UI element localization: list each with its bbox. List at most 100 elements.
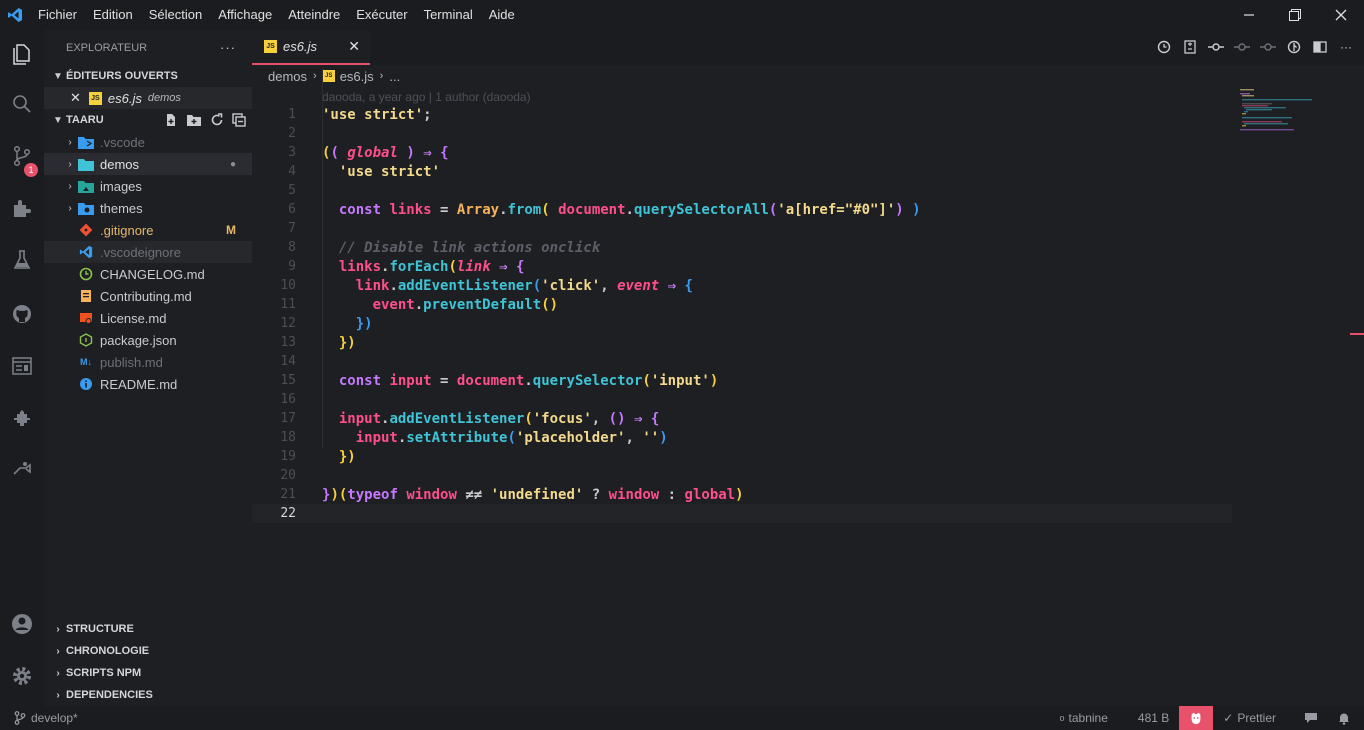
remote-explorer-icon[interactable] — [0, 346, 44, 386]
breadcrumb-file[interactable]: es6.js — [340, 69, 374, 84]
code-line: 14 — [252, 352, 1252, 371]
close-icon[interactable]: ✕ — [70, 90, 81, 106]
explorer-icon[interactable] — [0, 34, 44, 74]
minimap[interactable] — [1238, 87, 1318, 147]
tree-file-publish[interactable]: M↓ publish.md — [44, 351, 252, 373]
menu-terminal[interactable]: Terminal — [416, 0, 481, 30]
extension-status-icon[interactable] — [1179, 706, 1214, 730]
tab-es6-js[interactable]: JS es6.js ✕ — [252, 30, 370, 65]
settings-gear-icon[interactable] — [0, 656, 44, 696]
vscode-icon — [78, 244, 94, 260]
npm-scripts-section[interactable]: › SCRIPTS NPM — [44, 662, 252, 684]
account-icon[interactable] — [0, 604, 44, 644]
code-line: 10 link.addEventListener('click', event … — [252, 276, 1252, 295]
tabnine-status[interactable]: o tabnine — [1050, 706, 1118, 730]
breadcrumb-folder[interactable]: demos — [268, 69, 307, 84]
history-icon[interactable] — [1156, 39, 1172, 55]
close-window-button[interactable] — [1318, 0, 1364, 30]
restore-button[interactable] — [1272, 0, 1318, 30]
tree-folder-vscode[interactable]: › .vscode — [44, 131, 252, 153]
editor-actions: ··· — [1156, 39, 1354, 55]
line-number: 17 — [280, 411, 296, 426]
menu-help[interactable]: Aide — [481, 0, 523, 30]
close-icon[interactable]: ✕ — [348, 38, 360, 55]
tree-file-readme[interactable]: README.md — [44, 373, 252, 395]
previous-revision-icon[interactable] — [1234, 39, 1250, 55]
code-line: 8 // Disable link actions onclick — [252, 238, 1252, 257]
minimize-button[interactable] — [1226, 0, 1272, 30]
window-controls — [1226, 0, 1364, 30]
section-title: DEPENDENCIES — [66, 689, 153, 701]
more-actions-icon[interactable]: ··· — [220, 40, 236, 55]
tree-file-license[interactable]: License.md — [44, 307, 252, 329]
more-actions-icon[interactable]: ··· — [1338, 39, 1354, 55]
code-line: 17 input.addEventListener('focus', () ⇒ … — [252, 409, 1252, 428]
branch-indicator[interactable]: develop* — [14, 711, 78, 725]
toggle-blame-icon[interactable] — [1286, 39, 1302, 55]
menu-go[interactable]: Atteindre — [280, 0, 348, 30]
line-number: 5 — [288, 183, 296, 198]
debug-icon[interactable] — [0, 398, 44, 438]
tree-file-changelog[interactable]: CHANGELOG.md — [44, 263, 252, 285]
open-editors-section[interactable]: ▼ ÉDITEURS OUVERTS — [44, 65, 252, 87]
outline-section[interactable]: › STRUCTURE — [44, 618, 252, 640]
chevron-right-icon: › — [56, 667, 60, 679]
open-editor-item[interactable]: ✕ JS es6.js demos — [44, 87, 252, 109]
menu-selection[interactable]: Sélection — [141, 0, 210, 30]
folder-icon — [78, 156, 94, 172]
code-line: 18 input.setAttribute('placeholder', '') — [252, 428, 1252, 447]
git-commit-icon[interactable] — [1208, 39, 1224, 55]
github-icon[interactable] — [0, 294, 44, 334]
tree-file-contributing[interactable]: Contributing.md — [44, 285, 252, 307]
modified-dot: ● — [229, 158, 236, 170]
line-number: 12 — [280, 316, 296, 331]
dependencies-section[interactable]: › DEPENDENCIES — [44, 684, 252, 706]
feedback-icon[interactable] — [1294, 706, 1328, 730]
git-blame-annotation[interactable]: daooda, a year ago | 1 author (daooda) — [322, 90, 531, 104]
live-share-icon[interactable] — [0, 448, 44, 488]
tree-label: Contributing.md — [100, 288, 192, 304]
menu-file[interactable]: Fichier — [30, 0, 85, 30]
source-control-icon[interactable]: 1 — [0, 136, 44, 177]
info-icon — [78, 376, 94, 392]
editor-tabs: JS es6.js ✕ ··· — [252, 30, 1364, 65]
tabnine-icon: o — [1059, 713, 1065, 723]
new-folder-icon[interactable] — [186, 113, 202, 127]
menu-view[interactable]: Affichage — [210, 0, 280, 30]
prettier-status[interactable]: ✓ Prettier — [1213, 706, 1286, 730]
timeline-section[interactable]: › CHRONOLOGIE — [44, 640, 252, 662]
editor-area: JS es6.js ✕ ··· demos › JS es6.js › ... … — [252, 30, 1364, 706]
workspace-section[interactable]: ▼ TAARU — [44, 109, 252, 131]
file-size-status[interactable]: 481 B — [1128, 706, 1179, 730]
tree-folder-images[interactable]: › images — [44, 175, 252, 197]
chevron-right-icon: › — [56, 645, 60, 657]
code-text: }) — [355, 315, 373, 332]
new-file-icon[interactable] — [164, 113, 178, 127]
tree-folder-themes[interactable]: › themes — [44, 197, 252, 219]
code-line: 15 const input = document.querySelector(… — [252, 371, 1252, 390]
menu-edit[interactable]: Edition — [85, 0, 141, 30]
menu-run[interactable]: Exécuter — [348, 0, 415, 30]
tree-folder-demos[interactable]: › demos ● — [44, 153, 252, 175]
search-icon[interactable] — [0, 84, 44, 124]
refresh-icon[interactable] — [210, 113, 224, 127]
workspace-title: TAARU — [66, 114, 104, 126]
open-changes-icon[interactable] — [1182, 39, 1198, 55]
notifications-bell-icon[interactable] — [1328, 706, 1360, 730]
tree-file-gitignore[interactable]: .gitignore M — [44, 219, 252, 241]
breadcrumb-symbol[interactable]: ... — [389, 69, 400, 84]
code-editor[interactable]: 1 'use strict'; 2 3 (( global ) ⇒ { 4 'use… — [252, 105, 1252, 523]
tree-label: License.md — [100, 310, 167, 326]
branch-name: develop* — [31, 711, 78, 725]
tree-file-package-json[interactable]: package.json — [44, 329, 252, 351]
next-revision-icon[interactable] — [1260, 39, 1276, 55]
testing-icon[interactable] — [0, 240, 44, 280]
split-editor-icon[interactable] — [1312, 39, 1328, 55]
git-icon — [78, 222, 94, 238]
chevron-right-icon: › — [68, 180, 72, 192]
extensions-icon[interactable] — [0, 188, 44, 228]
line-number: 14 — [280, 354, 296, 369]
code-text: const input = document.querySelector('in… — [338, 372, 719, 389]
tree-file-vscodeignore[interactable]: .vscodeignore — [44, 241, 252, 263]
collapse-all-icon[interactable] — [232, 113, 246, 127]
